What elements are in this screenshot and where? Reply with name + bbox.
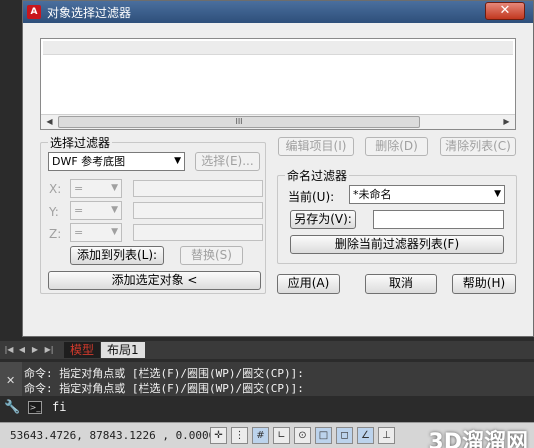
ducs-icon[interactable]: ◻: [336, 427, 353, 444]
current-filter-dropdown[interactable]: *未命名 ▼: [349, 185, 505, 204]
scroll-left-icon[interactable]: ◀: [42, 115, 57, 129]
horizontal-scrollbar[interactable]: ◀ III ▶: [41, 114, 515, 129]
current-filter-value: *未命名: [353, 188, 392, 201]
filter-list-header: [43, 41, 513, 55]
z-operator-dropdown[interactable]: = ▼: [70, 223, 122, 242]
chevron-down-icon: ▼: [111, 227, 118, 237]
command-input-row: 🔧 >_ fi: [0, 397, 534, 419]
tab-layout1[interactable]: 布局1: [101, 342, 145, 358]
select-filter-label: 选择过滤器: [48, 134, 113, 151]
polar-icon[interactable]: ∟: [273, 427, 290, 444]
status-bar: 53643.4726, 87843.1226 , 0.0000 ✛ ⋮ # ∟ …: [0, 422, 534, 448]
chevron-down-icon: ▼: [494, 189, 501, 199]
snap-icon[interactable]: ✛: [210, 427, 227, 444]
delete-button[interactable]: 删除(D): [365, 137, 428, 156]
scroll-right-icon[interactable]: ▶: [499, 115, 514, 129]
grid-icon[interactable]: ⋮: [231, 427, 248, 444]
delete-current-filter-list-button[interactable]: 删除当前过滤器列表(F): [290, 235, 504, 254]
x-value-field[interactable]: [133, 180, 263, 197]
title-bar[interactable]: A 对象选择过滤器 ✕: [23, 1, 533, 23]
wrench-icon[interactable]: 🔧: [4, 400, 20, 415]
x-label: X:: [49, 182, 62, 196]
save-as-button[interactable]: 另存为(V):: [290, 210, 356, 229]
command-input[interactable]: fi: [52, 400, 66, 414]
add-to-list-button[interactable]: 添加到列表(L):: [70, 246, 164, 265]
prev-tab-icon[interactable]: ◀: [17, 344, 27, 356]
scroll-thumb[interactable]: III: [58, 116, 420, 128]
help-button[interactable]: 帮助(H): [452, 274, 516, 294]
command-prompt-icon[interactable]: >_: [28, 401, 42, 414]
last-tab-icon[interactable]: ▶|: [44, 344, 54, 356]
y-operator-dropdown[interactable]: = ▼: [70, 201, 122, 220]
filter-type-value: DWF 参考底图: [52, 155, 126, 168]
autocad-app-icon: A: [27, 5, 41, 19]
dialog-title: 对象选择过滤器: [47, 6, 132, 20]
next-tab-icon[interactable]: ▶: [30, 344, 40, 356]
chevron-down-icon: ▼: [174, 156, 181, 166]
osnap-icon[interactable]: ⊙: [294, 427, 311, 444]
coordinate-readout: 53643.4726, 87843.1226 , 0.0000: [10, 429, 216, 442]
x-operator-dropdown[interactable]: = ▼: [70, 179, 122, 198]
object-selection-filter-dialog: A 对象选择过滤器 ✕ ◀ III ▶ 编辑项目(I) 删除(D) 清除列表(C…: [22, 0, 534, 337]
named-filters-label: 命名过滤器: [285, 167, 350, 184]
dyn-icon[interactable]: ∠: [357, 427, 374, 444]
history-line: 命令: 指定对角点或 [栏选(F)/圈围(WP)/圈交(CP)]:: [24, 367, 304, 380]
ortho-icon[interactable]: #: [252, 427, 269, 444]
chevron-down-icon: ▼: [111, 205, 118, 215]
tab-model[interactable]: 模型: [64, 342, 101, 358]
y-operator-value: =: [74, 204, 84, 217]
first-tab-icon[interactable]: |◀: [4, 344, 14, 356]
cancel-button[interactable]: 取消: [365, 274, 437, 294]
lineweight-icon[interactable]: ⊥: [378, 427, 395, 444]
layout-tab-bar: |◀ ◀ ▶ ▶| 模型 布局1: [0, 341, 534, 359]
close-icon[interactable]: ✕: [6, 374, 15, 387]
apply-button[interactable]: 应用(A): [277, 274, 340, 294]
watermark: 3D溜溜网: [428, 430, 528, 448]
replace-button[interactable]: 替换(S): [180, 246, 243, 265]
select-button[interactable]: 选择(E)...: [195, 152, 260, 171]
chevron-down-icon: ▼: [111, 183, 118, 193]
command-history: ✕ 命令: 指定对角点或 [栏选(F)/圈围(WP)/圈交(CP)]: 命令: …: [0, 362, 534, 396]
z-value-field[interactable]: [133, 224, 263, 241]
x-operator-value: =: [74, 182, 84, 195]
command-line-handle[interactable]: ✕: [0, 362, 22, 396]
save-as-name-field[interactable]: [373, 210, 504, 229]
y-label: Y:: [49, 205, 59, 219]
z-operator-value: =: [74, 226, 84, 239]
z-label: Z:: [49, 227, 62, 241]
current-label: 当前(U):: [288, 190, 335, 204]
clear-list-button[interactable]: 清除列表(C): [440, 137, 516, 156]
edit-item-button[interactable]: 编辑项目(I): [278, 137, 354, 156]
filter-type-dropdown[interactable]: DWF 参考底图 ▼: [48, 152, 185, 171]
close-button[interactable]: ✕: [485, 2, 525, 20]
otrack-icon[interactable]: □: [315, 427, 332, 444]
filter-list[interactable]: ◀ III ▶: [40, 38, 516, 130]
y-value-field[interactable]: [133, 202, 263, 219]
history-line: 命令: 指定对角点或 [栏选(F)/圈围(WP)/圈交(CP)]:: [24, 382, 304, 395]
add-selected-object-button[interactable]: 添加选定对象 <: [48, 271, 261, 290]
